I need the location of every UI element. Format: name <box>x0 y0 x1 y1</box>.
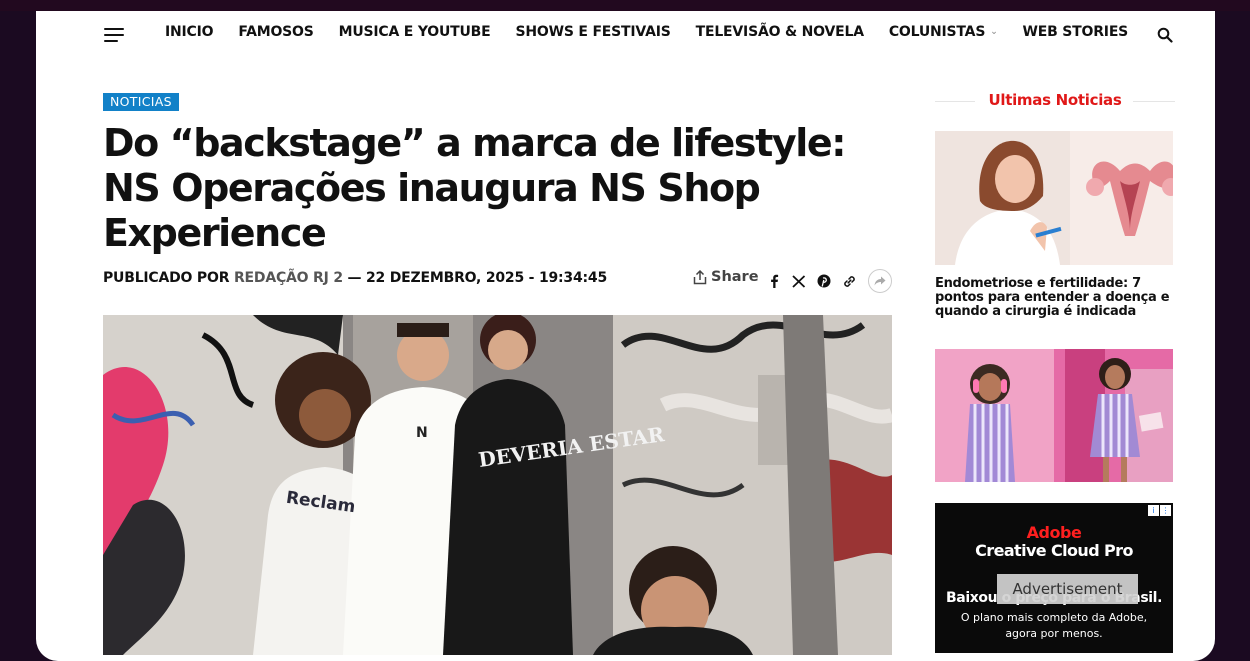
heading-line-right <box>1133 101 1175 102</box>
ad-info-icon[interactable]: i <box>1148 505 1159 516</box>
nav-item-colunistas[interactable]: COLUNISTAS ⌄ <box>889 24 998 40</box>
ad-options-icon[interactable]: ⋮ <box>1160 505 1171 516</box>
page-container: INICIO FAMOSOS MUSICA E YOUTUBE SHOWS E … <box>36 11 1215 661</box>
nav-item-web-stories[interactable]: WEB STORIES <box>1023 24 1129 40</box>
ad-line-3: agora por menos. <box>1005 627 1103 640</box>
facebook-icon[interactable] <box>766 273 782 289</box>
byline: PUBLICADO POR REDAÇÃO RJ 2 — 22 DEZEMBRO… <box>103 270 607 286</box>
search-icon[interactable] <box>1157 27 1173 43</box>
main-navigation: INICIO FAMOSOS MUSICA E YOUTUBE SHOWS E … <box>36 11 1215 59</box>
share-icon <box>693 269 707 284</box>
category-badge[interactable]: NOTICIAS <box>103 93 179 111</box>
sidebar-post-title-1[interactable]: Endometriose e fertilidade: 7 pontos par… <box>935 277 1173 319</box>
nav-item-musica[interactable]: MUSICA E YOUTUBE <box>339 24 491 40</box>
nav-menu: INICIO FAMOSOS MUSICA E YOUTUBE SHOWS E … <box>165 24 1153 40</box>
share-icons <box>766 269 892 293</box>
advertisement-label: Advertisement <box>997 574 1138 604</box>
share-button[interactable]: Share <box>693 269 759 285</box>
article-title: Do “backstage” a marca de lifestyle: NS … <box>103 121 846 255</box>
byline-prefix: PUBLICADO POR <box>103 270 230 286</box>
nav-item-shows[interactable]: SHOWS E FESTIVAIS <box>516 24 671 40</box>
link-icon[interactable] <box>841 273 857 289</box>
sidebar-heading-label: Ultimas Noticias <box>988 91 1122 109</box>
nav-item-colunistas-label: COLUNISTAS <box>888 24 986 40</box>
sidebar-heading: Ultimas Noticias <box>935 91 1175 111</box>
top-band <box>0 0 1250 11</box>
ad-brand: Adobe <box>1026 523 1082 542</box>
menu-icon[interactable] <box>104 28 124 42</box>
more-share-icon[interactable] <box>868 269 892 293</box>
sidebar-post-thumbnail-1[interactable] <box>935 131 1173 265</box>
hero-image: DEVERIA ESTAR Reclam N <box>103 315 892 655</box>
x-twitter-icon[interactable] <box>791 273 807 289</box>
ad-choices-icon[interactable]: i ⋮ <box>1147 505 1171 516</box>
share-label: Share <box>711 269 759 285</box>
author-link[interactable]: REDAÇÃO RJ 2 <box>234 270 343 286</box>
nav-item-famosos[interactable]: FAMOSOS <box>238 24 313 40</box>
nav-item-televisao[interactable]: TELEVISÃO & NOVELA <box>696 24 864 40</box>
ad-product: Creative Cloud Pro <box>975 541 1133 560</box>
ad-line-2: O plano mais completo da Adobe, <box>960 611 1148 624</box>
chevron-down-icon: ⌄ <box>990 27 998 37</box>
hero-shirt-logo: N <box>416 425 428 441</box>
pinterest-icon[interactable] <box>816 273 832 289</box>
sidebar-post-thumbnail-2[interactable] <box>935 349 1173 482</box>
nav-item-inicio[interactable]: INICIO <box>165 24 214 40</box>
advertisement-banner[interactable]: i⋮ Adobe Creative Cloud Pro Baixou o pre… <box>935 503 1173 653</box>
publish-date: — 22 DEZEMBRO, 2025 - 19:34:45 <box>342 270 608 286</box>
